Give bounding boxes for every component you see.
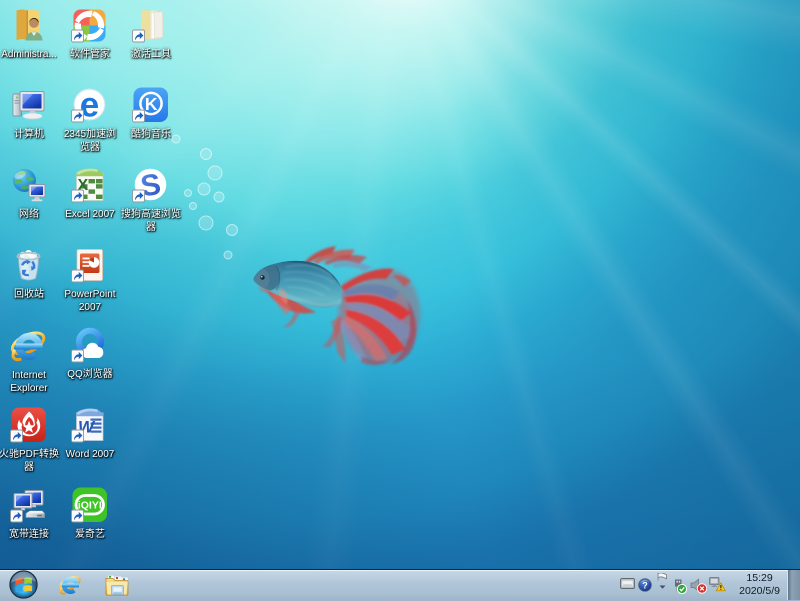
svg-text:?: ? bbox=[642, 580, 648, 590]
svg-text:K: K bbox=[145, 94, 158, 114]
